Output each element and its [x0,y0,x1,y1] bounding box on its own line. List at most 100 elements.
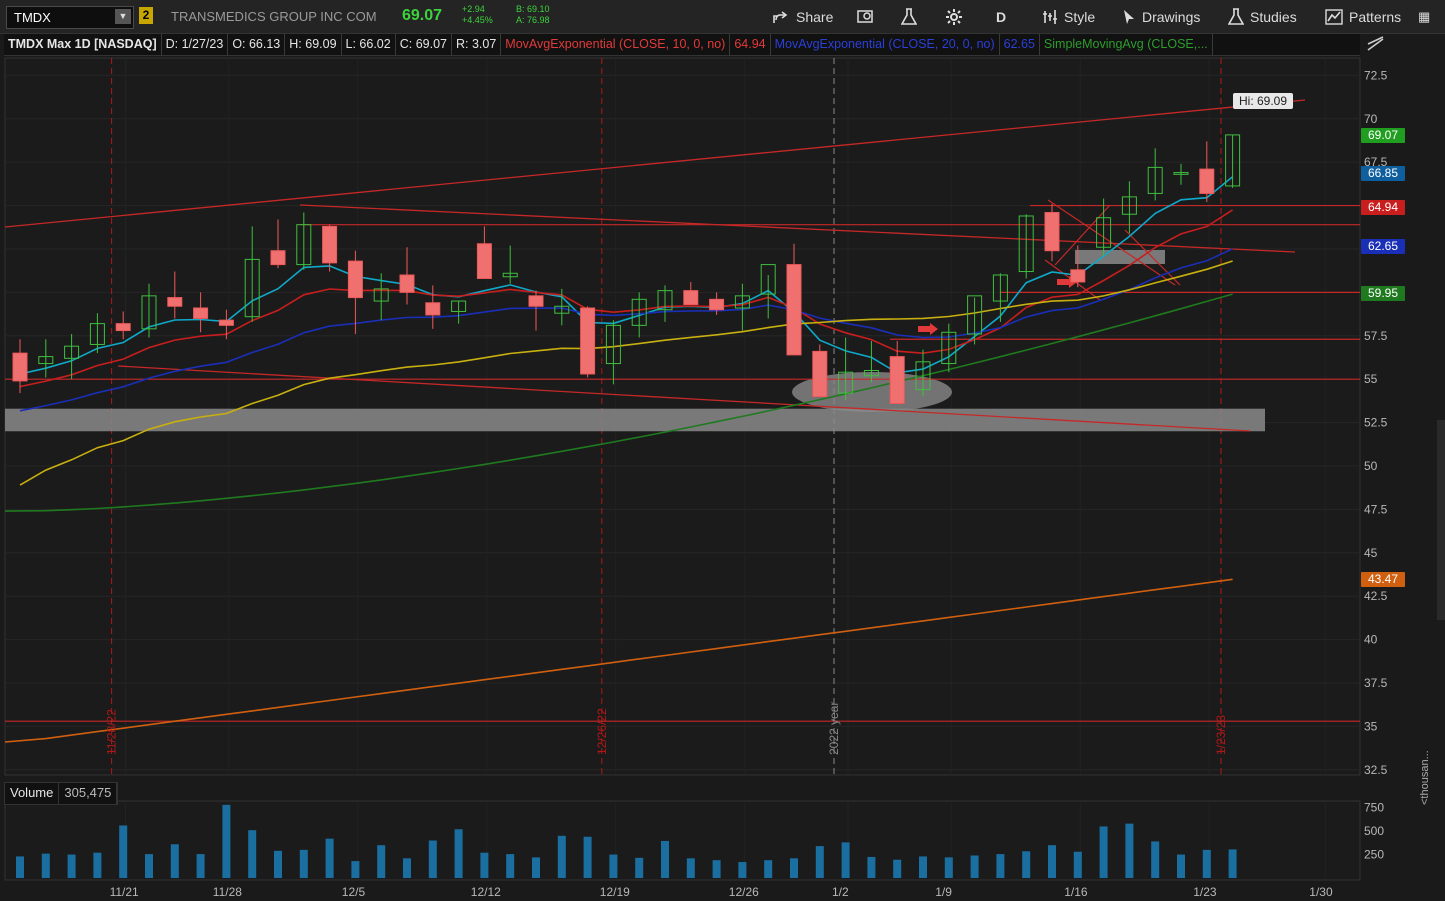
time-tick-label: 1/30 [1309,885,1333,899]
period-label: 12/26/22 [595,708,609,755]
volume-bar [635,857,644,878]
volume-bar [480,852,489,878]
time-tick-label: 1/9 [935,885,952,899]
candle-body [812,350,828,398]
candle-body [193,307,209,319]
vertical-scrollbar[interactable] [1437,420,1445,620]
volume-bar [815,846,824,878]
period-label: 2022 year [827,702,841,755]
candle-body [528,295,544,307]
candle-body [1044,212,1060,252]
volume-tick-label: 500 [1364,824,1384,838]
time-tick-label: 1/2 [832,885,849,899]
time-tick-label: 12/5 [342,885,366,899]
volume-bar [170,844,179,878]
volume-bar [16,856,24,878]
volume-bar [557,835,566,878]
volume-bar [351,861,360,878]
volume-bar [686,858,695,878]
price-tick-label: 57.5 [1364,329,1388,343]
volume-bar [1125,823,1134,878]
time-tick-label: 11/21 [110,885,139,899]
price-tick-label: 32.5 [1364,763,1388,777]
time-tick-label: 12/26 [729,885,759,899]
time-tick-label: 1/23 [1193,885,1217,899]
volume-bar [119,825,128,878]
volume-bar [1073,851,1082,878]
expand-chart-button[interactable] [1364,34,1388,55]
time-tick-label: 11/28 [213,885,242,899]
high-callout: Hi: 69.09 [1233,93,1294,109]
volume-bar [1022,851,1031,878]
volume-bar [41,853,50,878]
candle-body [476,243,492,279]
volume-bar [222,804,231,878]
candle-body [12,352,28,382]
volume-bar [93,852,102,878]
volume-bar [893,859,902,878]
volume-bar [325,838,334,878]
volume-bar [506,854,515,878]
volume-bar [454,829,463,878]
time-tick-label: 12/12 [471,885,501,899]
price-tick-label: 47.5 [1364,502,1388,516]
volume-tick-label: 750 [1364,801,1384,815]
volume-bar [944,857,953,878]
volume-bar [196,854,205,878]
volume-bar [738,862,747,878]
price-tag: 64.94 [1361,199,1405,215]
volume-tick-label: 250 [1364,848,1384,862]
candle-body [683,290,699,306]
price-chart[interactable]: 72.57067.56562.56057.55552.55047.54542.5… [0,0,1445,901]
volume-bar [377,845,386,878]
volume-bar [299,849,308,878]
volume-bar [583,836,592,878]
price-tick-label: 55 [1364,372,1378,386]
volume-bar [996,854,1005,878]
time-tick-label: 12/19 [600,885,630,899]
volume-bar [403,858,411,878]
candle-body [167,297,183,307]
time-tick-label: 1/16 [1064,885,1088,899]
volume-bar [1048,845,1056,878]
volume-bar [841,842,850,878]
volume-unit-label: <thousan... [1419,750,1431,805]
volume-title: Volume [5,783,60,804]
volume-bar [970,855,979,878]
candle-body [270,250,286,266]
price-tick-label: 42.5 [1364,589,1388,603]
candle-body [347,260,363,299]
volume-bar [609,854,618,878]
volume-bar [1099,826,1108,878]
price-tick-label: 50 [1364,459,1378,473]
volume-value: 305,475 [59,783,118,804]
volume-bar [67,854,76,878]
candle-body [709,298,725,311]
candle-body [1070,269,1086,283]
volume-bar [1228,849,1237,878]
volume-bar [1177,854,1185,878]
period-label: 11/28/22 [105,709,119,755]
support-zone [5,408,1265,432]
candle-body [218,319,234,326]
volume-bar [712,860,721,878]
expand-icon [1367,36,1384,51]
price-tag: 43.47 [1361,572,1405,588]
volume-bar [1151,841,1160,878]
volume-bar [919,856,927,878]
price-tick-label: 40 [1364,633,1378,647]
candle-body [889,356,905,404]
volume-bar [428,840,437,878]
volume-bar [1202,849,1211,878]
volume-bar [661,840,669,878]
volume-bar [867,856,876,878]
volume-bar [532,857,540,878]
candle-body [399,274,415,293]
volume-bar [248,830,257,878]
candle-body [425,302,441,316]
price-tag: 69.07 [1361,127,1405,143]
candle-body [786,264,802,356]
volume-bar [274,850,282,878]
price-tag: 59.95 [1361,286,1405,302]
candle-body [580,307,596,375]
